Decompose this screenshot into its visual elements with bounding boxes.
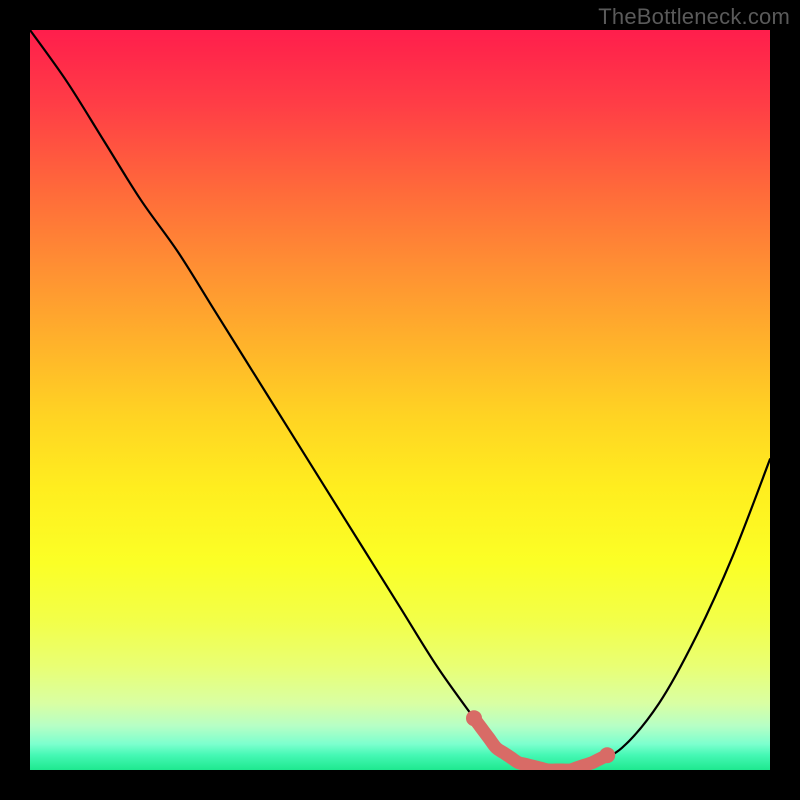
optimal-range-dot-right [599,747,615,763]
watermark-text: TheBottleneck.com [598,4,790,30]
optimal-range-dot-left [466,710,482,726]
bottleneck-curve [30,30,770,770]
chart-plot-area [30,30,770,770]
optimal-range-highlight [474,718,607,770]
chart-svg [30,30,770,770]
